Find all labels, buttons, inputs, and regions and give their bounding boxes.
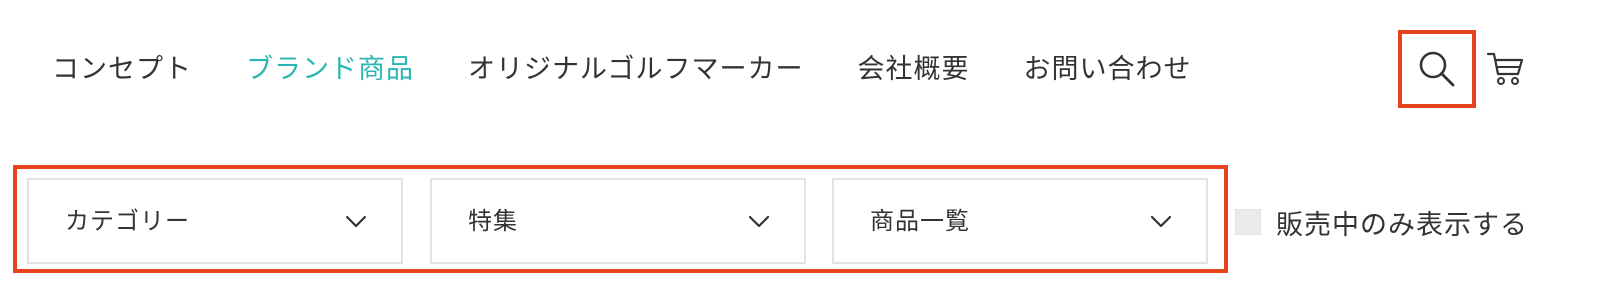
- main-nav: コンセプト ブランド商品 オリジナルゴルフマーカー 会社概要 お問い合わせ: [52, 44, 1191, 96]
- feature-select[interactable]: 特集: [430, 178, 806, 264]
- search-button[interactable]: [1398, 30, 1476, 108]
- category-select-label: カテゴリー: [65, 207, 190, 235]
- in-stock-filter[interactable]: 販売中のみ表示する: [1235, 200, 1528, 244]
- feature-select-label: 特集: [468, 207, 518, 235]
- product-list-select-label: 商品一覧: [870, 207, 970, 235]
- chevron-down-icon: [1150, 215, 1172, 228]
- chevron-down-icon: [345, 215, 367, 228]
- chevron-down-icon: [748, 215, 770, 228]
- in-stock-label: 販売中のみ表示する: [1276, 209, 1528, 241]
- cart-icon: [1486, 52, 1524, 85]
- category-select[interactable]: カテゴリー: [27, 178, 403, 264]
- search-icon: [1419, 51, 1455, 87]
- nav-item-brand-products[interactable]: ブランド商品: [246, 44, 414, 96]
- nav-item-company[interactable]: 会社概要: [857, 44, 969, 96]
- nav-item-concept[interactable]: コンセプト: [52, 44, 192, 96]
- cart-button[interactable]: [1482, 44, 1530, 92]
- nav-item-contact[interactable]: お問い合わせ: [1023, 44, 1191, 96]
- nav-item-original-golf-marker[interactable]: オリジナルゴルフマーカー: [468, 44, 803, 96]
- product-list-select[interactable]: 商品一覧: [832, 178, 1208, 264]
- in-stock-checkbox[interactable]: [1235, 209, 1261, 235]
